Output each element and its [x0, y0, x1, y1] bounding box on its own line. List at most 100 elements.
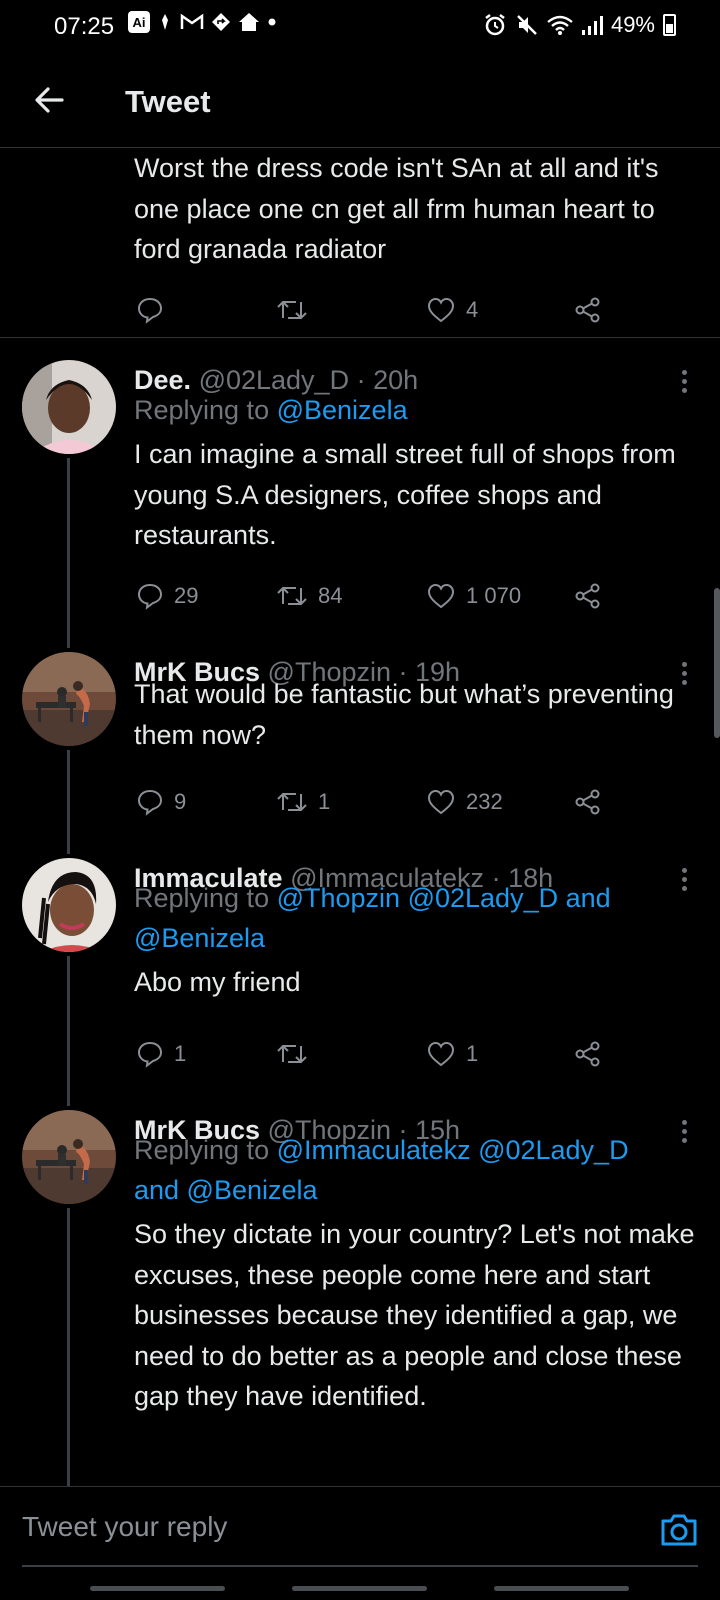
alarm-icon	[485, 14, 505, 36]
replying-to: Replying to @Thopzin @02Lady_D and	[134, 878, 704, 919]
reply-icon	[137, 789, 163, 816]
reply-button[interactable]: 29	[136, 576, 198, 616]
mention-link[interactable]: @Immaculatekz @02Lady_D	[277, 1135, 629, 1165]
retweet-icon	[277, 300, 307, 320]
retweet-icon	[277, 792, 307, 812]
retweet-button[interactable]	[276, 290, 308, 330]
reply-button[interactable]: 9	[136, 782, 186, 822]
share-icon	[575, 1041, 600, 1067]
scrollbar[interactable]	[714, 588, 720, 738]
status-bar: 07:25 Ai 49%	[0, 0, 720, 52]
retweet-button[interactable]: 84	[276, 576, 342, 616]
mention-link[interactable]: @Thopzin @02Lady_D and	[277, 883, 611, 913]
mute-icon	[517, 15, 537, 35]
share-icon	[575, 583, 600, 609]
share-icon	[575, 789, 600, 815]
wifi-icon	[547, 15, 573, 35]
like-button[interactable]: 1 070	[426, 576, 521, 616]
notification-app-icon	[162, 14, 168, 30]
retweet-button[interactable]	[276, 1034, 308, 1074]
heart-icon	[427, 789, 455, 815]
replying-to: Replying to @Immaculatekz @02Lady_D	[134, 1130, 704, 1171]
ai-badge-icon: Ai	[128, 11, 150, 33]
tweet-actions: 29 84 1 070	[0, 576, 720, 616]
tweet-text: So they dictate in your country? Let's n…	[134, 1219, 695, 1411]
reply-button[interactable]: 1	[136, 1034, 186, 1074]
replying-to-label: Replying to	[134, 395, 270, 425]
share-button[interactable]	[574, 782, 602, 822]
reply-tweet[interactable]: Immaculate @Immaculatekz · 18h Replying …	[0, 858, 720, 1074]
tweet-text: Worst the dress code isn't SAn at all an…	[134, 153, 659, 264]
battery-level: 49%	[610, 12, 655, 37]
avatar[interactable]	[22, 360, 116, 454]
avatar[interactable]	[22, 652, 116, 746]
mention-link[interactable]: and @Benizela	[134, 1175, 318, 1205]
share-icon	[575, 297, 600, 323]
nav-diamond-icon	[212, 13, 230, 31]
like-count: 1 070	[466, 583, 522, 608]
retweet-count: 84	[318, 583, 343, 608]
dot-icon	[268, 18, 276, 26]
camera-icon[interactable]	[658, 1509, 700, 1551]
tweet-actions: 9 1 232	[0, 782, 720, 822]
avatar[interactable]	[22, 1110, 116, 1204]
like-button[interactable]: 232	[426, 782, 503, 822]
back-button[interactable]	[494, 1586, 629, 1591]
like-count: 1	[466, 1041, 479, 1066]
like-count: 232	[466, 789, 503, 814]
signal-icon	[581, 16, 603, 35]
like-button[interactable]: 4	[426, 290, 478, 330]
replying-to: @Benizela	[134, 918, 704, 959]
replying-to-label: Replying to	[134, 883, 270, 913]
reply-count: 9	[174, 789, 187, 814]
system-icons: 49%	[483, 12, 676, 38]
battery-icon	[663, 14, 676, 36]
reply-button[interactable]	[136, 290, 164, 330]
reply-composer: Tweet your reply	[0, 1486, 720, 1594]
share-button[interactable]	[574, 1034, 602, 1074]
reply-tweet[interactable]: Dee. @02Lady_D · 20h Replying to @Benize…	[0, 360, 720, 616]
like-count: 4	[466, 297, 479, 322]
home-icon	[239, 13, 259, 31]
input-underline	[22, 1565, 698, 1567]
tweet-text: Abo my friend	[134, 967, 301, 997]
heart-icon	[427, 297, 455, 323]
reply-icon	[137, 583, 163, 610]
replying-to: Replying to @Benizela	[134, 390, 704, 431]
retweet-icon	[277, 586, 307, 606]
share-button[interactable]	[574, 290, 602, 330]
tweet-actions: 1 1	[0, 1034, 720, 1074]
reply-count: 29	[174, 583, 199, 608]
retweet-button[interactable]: 1	[276, 782, 330, 822]
tweet-text: I can imagine a small street full of sho…	[134, 439, 676, 550]
reply-icon	[137, 1041, 163, 1068]
recent-apps-button[interactable]	[90, 1586, 225, 1591]
reply-input[interactable]: Tweet your reply	[22, 1511, 227, 1543]
reply-icon	[137, 297, 163, 324]
system-navigation-bar	[0, 1586, 720, 1600]
notification-icons: Ai	[128, 11, 277, 33]
avatar[interactable]	[22, 858, 116, 952]
replying-to: and @Benizela	[134, 1170, 704, 1211]
gmail-icon	[180, 13, 204, 29]
page-title: Tweet	[125, 84, 211, 119]
home-button[interactable]	[292, 1586, 427, 1591]
replying-to-label: Replying to	[134, 1135, 270, 1165]
heart-icon	[427, 583, 455, 609]
back-arrow-icon[interactable]	[30, 80, 70, 120]
top-app-bar: Tweet	[0, 56, 720, 148]
retweet-icon	[277, 1044, 307, 1064]
mention-link[interactable]: @Benizela	[134, 923, 265, 953]
retweet-count: 1	[318, 789, 331, 814]
reply-tweet[interactable]: MrK Bucs @Thopzin · 15h Replying to @Imm…	[0, 1110, 720, 1486]
heart-icon	[427, 1041, 455, 1067]
reply-tweet[interactable]: MrK Bucs @Thopzin · 19h That would be fa…	[0, 652, 720, 822]
tweet-actions: 4	[0, 290, 720, 330]
status-time: 07:25	[54, 13, 115, 40]
tweet-text: That would be fantastic but what’s preve…	[134, 679, 674, 750]
reply-count: 1	[174, 1041, 187, 1066]
mention-link[interactable]: @Benizela	[277, 395, 408, 425]
like-button[interactable]: 1	[426, 1034, 478, 1074]
previous-tweet[interactable]: Worst the dress code isn't SAn at all an…	[0, 148, 720, 338]
share-button[interactable]	[574, 576, 602, 616]
